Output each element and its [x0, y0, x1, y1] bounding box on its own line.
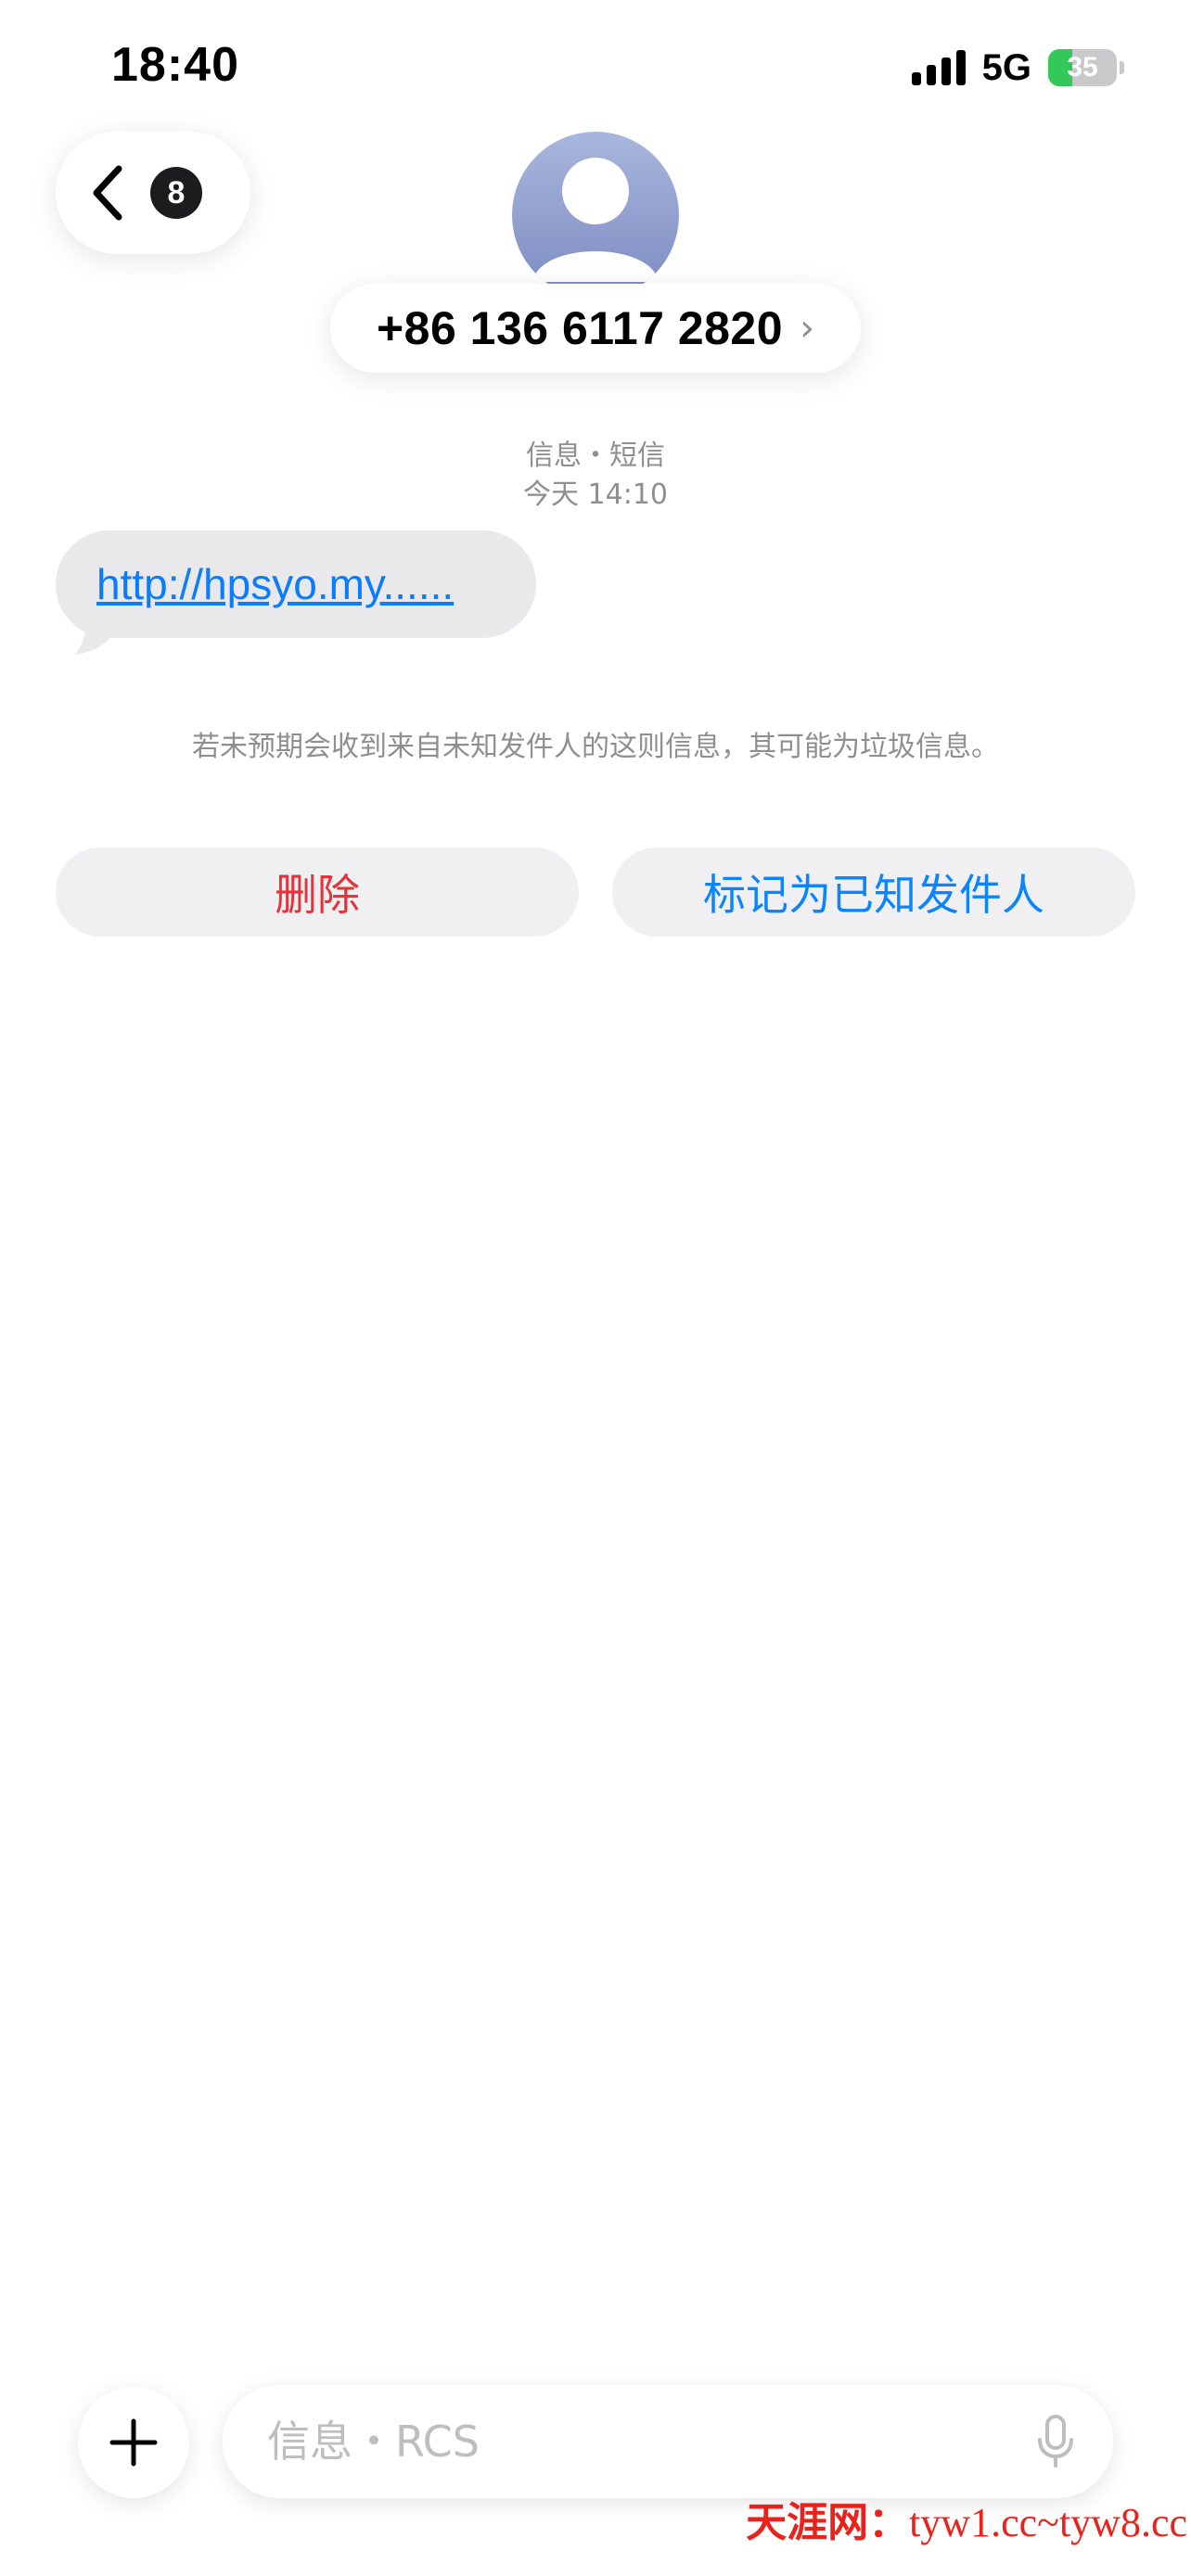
message-link[interactable]: http://hpsyo.my......: [96, 559, 454, 609]
plus-icon: [109, 2418, 158, 2467]
status-time: 18:40: [111, 38, 239, 92]
battery-icon: 35: [1048, 49, 1124, 86]
status-indicators: 5G 35: [911, 45, 1124, 91]
message-composer[interactable]: [223, 2385, 1113, 2498]
back-button[interactable]: 8: [56, 132, 250, 254]
watermark-brand: 天涯网：: [746, 2499, 910, 2546]
message-input[interactable]: [267, 2417, 1035, 2467]
contact-avatar[interactable]: [512, 132, 679, 299]
add-attachment-button[interactable]: [78, 2387, 189, 2498]
battery-level: 35: [1067, 52, 1098, 83]
network-type: 5G: [981, 46, 1031, 88]
unread-count-badge: 8: [150, 167, 202, 219]
watermark: 天涯网：tyw1.cc~tyw8.cc: [746, 2489, 1187, 2548]
contact-details-button[interactable]: +86 136 6117 2820 ›: [330, 284, 861, 373]
unknown-sender-warning: 若未预期会收到来自未知发件人的这则信息，其可能为垃圾信息。: [192, 731, 999, 763]
service-label: 信息・短信: [526, 440, 665, 472]
message-bubble[interactable]: http://hpsyo.my......: [56, 530, 536, 638]
watermark-domain: tyw1.cc~tyw8.cc: [909, 2500, 1187, 2545]
message-timestamp: 今天 14:10: [523, 478, 668, 511]
microphone-icon[interactable]: [1035, 2414, 1076, 2469]
contact-name: +86 136 6117 2820: [376, 302, 784, 354]
delete-button[interactable]: 删除: [56, 848, 579, 937]
chevron-right-icon: ›: [800, 307, 815, 350]
cellular-signal-icon: [911, 50, 966, 85]
mark-known-sender-button[interactable]: 标记为已知发件人: [612, 848, 1135, 937]
chevron-left-icon: [93, 165, 122, 221]
battery-cap: [1120, 61, 1124, 74]
person-icon: [532, 158, 659, 282]
